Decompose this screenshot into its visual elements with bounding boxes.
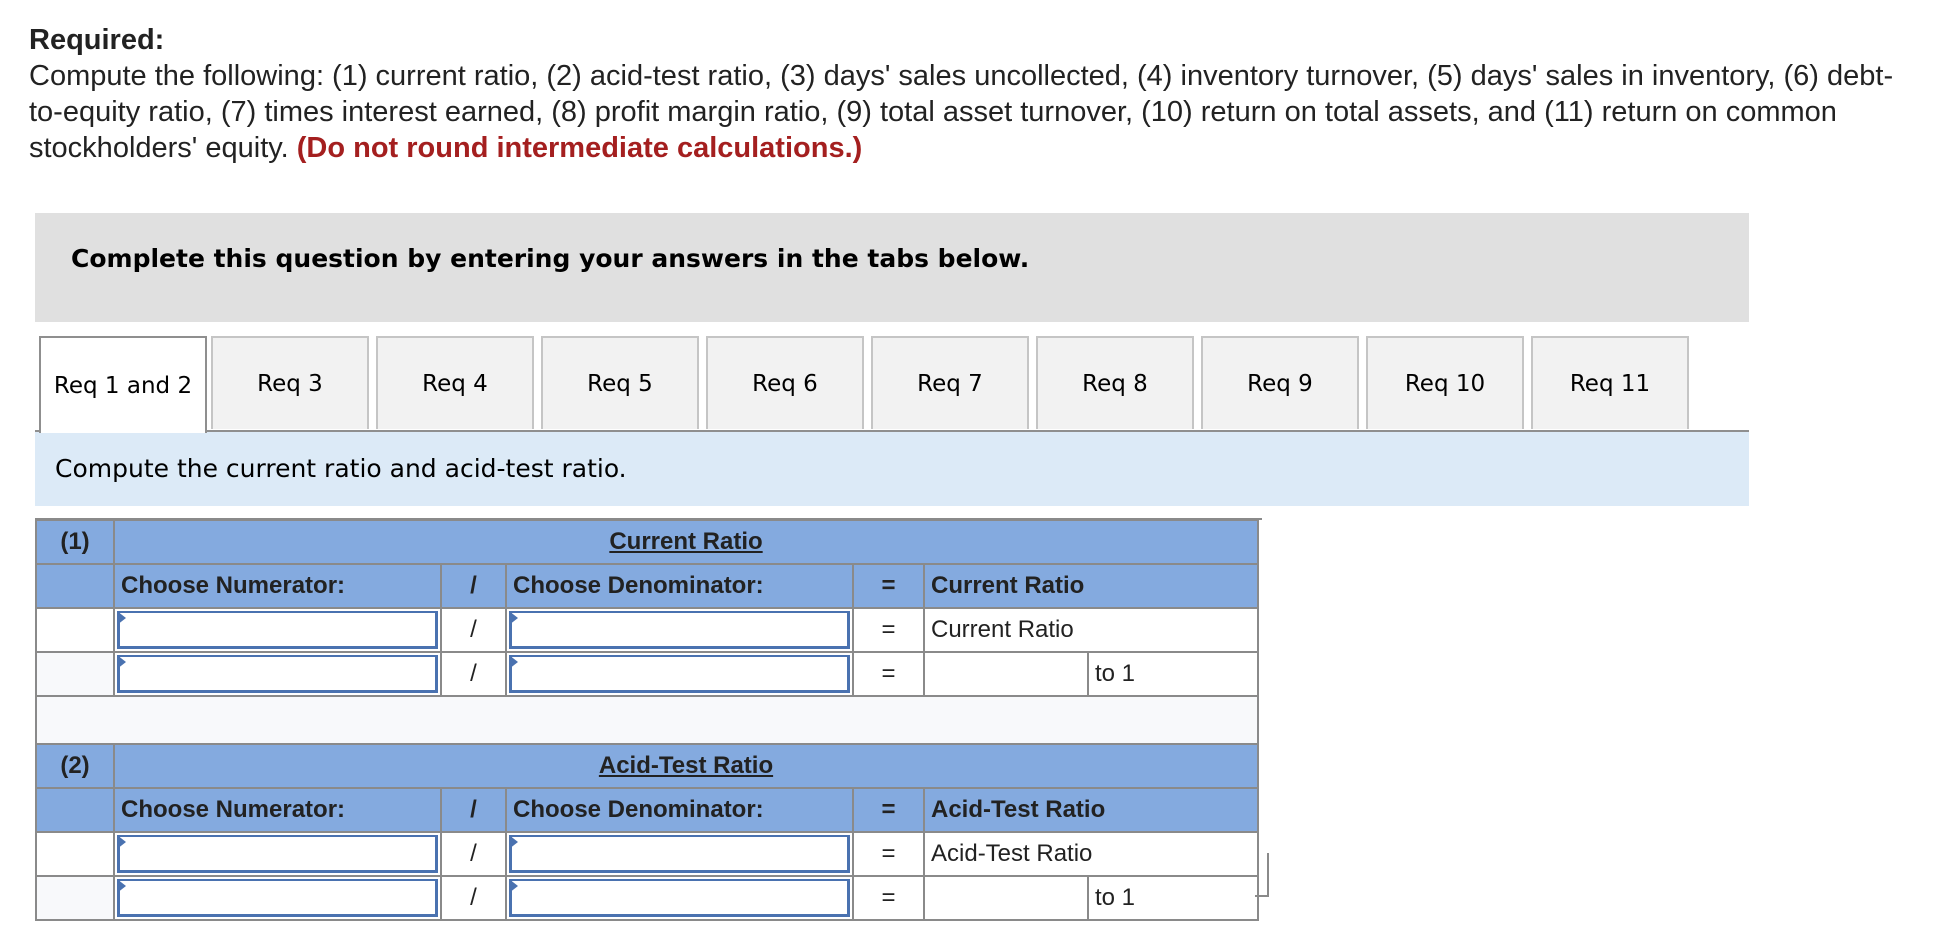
ratio-table: (1) Current Ratio Choose Numerator: / Ch… bbox=[35, 519, 1259, 921]
tab-req-10[interactable]: Req 10 bbox=[1366, 336, 1524, 429]
section-number: (2) bbox=[35, 743, 115, 789]
acid-test-title-row: (2) Acid-Test Ratio bbox=[35, 743, 1259, 789]
current-ratio-title: Current Ratio bbox=[609, 528, 763, 555]
current-ratio-result bbox=[923, 651, 1089, 697]
result-header: Acid-Test Ratio bbox=[923, 787, 1259, 833]
result-label: Acid-Test Ratio bbox=[923, 831, 1259, 877]
ratio-suffix: to 1 bbox=[1087, 651, 1259, 697]
tab-req-5[interactable]: Req 5 bbox=[541, 336, 699, 429]
result-header: Current Ratio bbox=[923, 563, 1259, 609]
tab-req-1-and-2[interactable]: Req 1 and 2 bbox=[39, 336, 207, 433]
table-side-border bbox=[1267, 853, 1269, 897]
tab-req-11[interactable]: Req 11 bbox=[1531, 336, 1689, 429]
numerator-header: Choose Numerator: bbox=[113, 563, 442, 609]
divide-symbol: / bbox=[440, 831, 507, 877]
tab-req-6[interactable]: Req 6 bbox=[706, 336, 864, 429]
result-label: Current Ratio bbox=[923, 607, 1259, 653]
current-denominator-input-2[interactable] bbox=[505, 651, 854, 697]
input-box[interactable] bbox=[509, 655, 850, 693]
blank-cell bbox=[35, 875, 115, 921]
requirement-tabs: Req 1 and 2 Req 3 Req 4 Req 5 Req 6 Req … bbox=[39, 336, 1749, 433]
equals-symbol: = bbox=[852, 787, 925, 833]
acid-numerator-select-1[interactable] bbox=[113, 831, 442, 877]
dropdown-box[interactable] bbox=[117, 835, 438, 873]
blank-cell bbox=[35, 563, 115, 609]
input-box[interactable] bbox=[509, 879, 850, 917]
denominator-header: Choose Denominator: bbox=[505, 563, 854, 609]
dropdown-box[interactable] bbox=[509, 611, 850, 649]
equals-symbol: = bbox=[852, 607, 925, 653]
acid-test-title: Acid-Test Ratio bbox=[598, 752, 774, 779]
acid-denominator-select-1[interactable] bbox=[505, 831, 854, 877]
divide-symbol: / bbox=[440, 875, 507, 921]
dropdown-box[interactable] bbox=[509, 835, 850, 873]
dropdown-box[interactable] bbox=[117, 611, 438, 649]
denominator-header: Choose Denominator: bbox=[505, 787, 854, 833]
current-ratio-title-row: (1) Current Ratio bbox=[35, 519, 1259, 565]
acid-denominator-input-2[interactable] bbox=[505, 875, 854, 921]
banner-message: Complete this question by entering your … bbox=[71, 244, 1030, 273]
required-instructions: Required: Compute the following: (1) cur… bbox=[29, 22, 1919, 166]
spacer-row bbox=[35, 695, 1259, 745]
current-ratio-header-row: Choose Numerator: / Choose Denominator: … bbox=[35, 563, 1259, 609]
instruction-banner: Complete this question by entering your … bbox=[35, 213, 1749, 322]
acid-test-result bbox=[923, 875, 1089, 921]
divide-symbol: / bbox=[440, 563, 507, 609]
tab-req-9[interactable]: Req 9 bbox=[1201, 336, 1359, 429]
blank-cell bbox=[35, 831, 115, 877]
tab-req-3[interactable]: Req 3 bbox=[211, 336, 369, 429]
section-title: Current Ratio bbox=[113, 519, 1259, 565]
blank-cell bbox=[35, 787, 115, 833]
section-title: Acid-Test Ratio bbox=[113, 743, 1259, 789]
tab-instruction-bar: Compute the current ratio and acid-test … bbox=[35, 432, 1749, 506]
acid-test-header-row: Choose Numerator: / Choose Denominator: … bbox=[35, 787, 1259, 833]
acid-numerator-input-2[interactable] bbox=[113, 875, 442, 921]
divide-symbol: / bbox=[440, 607, 507, 653]
spacer-cell bbox=[35, 695, 1259, 745]
table-side-border-cap bbox=[1255, 895, 1269, 897]
numerator-header: Choose Numerator: bbox=[113, 787, 442, 833]
current-denominator-select-1[interactable] bbox=[505, 607, 854, 653]
input-box[interactable] bbox=[117, 655, 438, 693]
section-number: (1) bbox=[35, 519, 115, 565]
rounding-warning: (Do not round intermediate calculations.… bbox=[296, 132, 863, 164]
ratio-suffix: to 1 bbox=[1087, 875, 1259, 921]
input-box[interactable] bbox=[117, 879, 438, 917]
blank-cell bbox=[35, 607, 115, 653]
current-numerator-select-1[interactable] bbox=[113, 607, 442, 653]
required-title: Required: bbox=[29, 24, 165, 56]
current-numerator-input-2[interactable] bbox=[113, 651, 442, 697]
current-ratio-value-row: / = to 1 bbox=[35, 651, 1259, 697]
tab-req-4[interactable]: Req 4 bbox=[376, 336, 534, 429]
acid-test-formula-row: / = Acid-Test Ratio bbox=[35, 831, 1259, 877]
acid-test-value-row: / = to 1 bbox=[35, 875, 1259, 921]
blank-cell bbox=[35, 651, 115, 697]
equals-symbol: = bbox=[852, 651, 925, 697]
divide-symbol: / bbox=[440, 651, 507, 697]
equals-symbol: = bbox=[852, 563, 925, 609]
equals-symbol: = bbox=[852, 831, 925, 877]
current-ratio-formula-row: / = Current Ratio bbox=[35, 607, 1259, 653]
tab-req-7[interactable]: Req 7 bbox=[871, 336, 1029, 429]
tab-instruction: Compute the current ratio and acid-test … bbox=[55, 454, 627, 483]
equals-symbol: = bbox=[852, 875, 925, 921]
tab-req-8[interactable]: Req 8 bbox=[1036, 336, 1194, 429]
divide-symbol: / bbox=[440, 787, 507, 833]
